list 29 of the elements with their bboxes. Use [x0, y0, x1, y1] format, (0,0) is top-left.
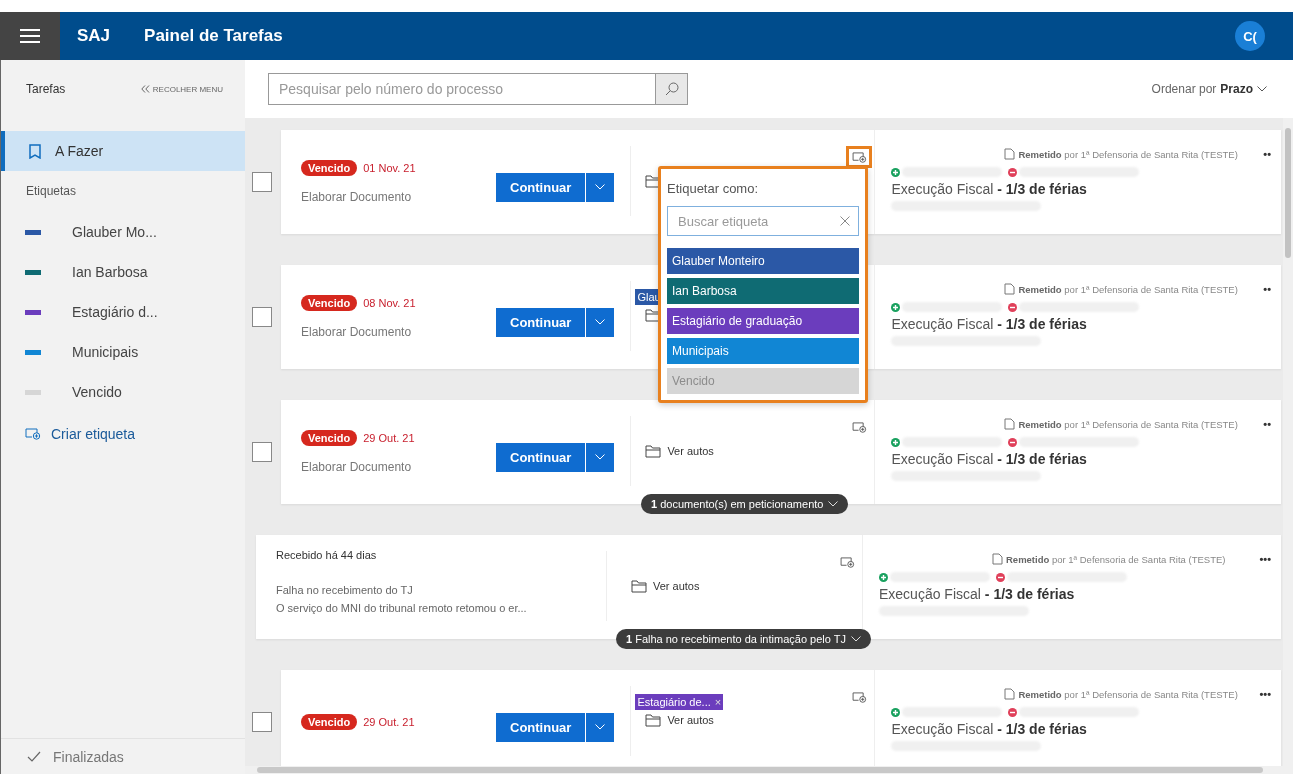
case-subject: Execução Fiscal - 1/3 de férias: [891, 721, 1088, 737]
received-time: Recebido há 44 dias: [276, 549, 378, 561]
status-badge: Vencido: [301, 160, 358, 176]
status-badge: Vencido: [301, 714, 358, 730]
due-date: 01 Nov. 21: [363, 162, 416, 174]
case-subject: Execução Fiscal - 1/3 de férias: [891, 451, 1088, 467]
task-type: Elaborar Documento: [301, 460, 413, 474]
sender-text: Remetido por 1ª Defensoria de Santa Rita (TESTE): [1018, 283, 1238, 295]
sender-text: Remetido por 1ª Defensoria de Santa Rita (TESTE): [1018, 148, 1238, 160]
page-title: Painel de Tarefas: [144, 26, 283, 46]
sender-text: Remetido por 1ª Defensoria de Santa Rita (TESTE): [1018, 418, 1238, 430]
due-date: 29 Out. 21: [363, 432, 415, 444]
section-heading: Etiquetas: [25, 183, 78, 200]
case-subject: Execução Fiscal - 1/3 de férias: [891, 316, 1088, 332]
task-type: Elaborar Documento: [301, 325, 413, 339]
case-subject: Execução Fiscal - 1/3 de férias: [879, 586, 1076, 602]
sender-text: Remetido por 1ª Defensoria de Santa Rita (TESTE): [1006, 553, 1226, 565]
case-subject: Execução Fiscal - 1/3 de férias: [891, 181, 1088, 197]
sidebar-title: Tarefas: [26, 82, 66, 96]
status-badge: Vencido: [301, 295, 358, 311]
due-date: 29 Out. 21: [363, 716, 415, 728]
task-type: Elaborar Documento: [301, 190, 413, 204]
notice-text: O serviço do MNI do tribunal remoto retomou o er...: [276, 601, 528, 616]
sender-text: Remetido por 1ª Defensoria de Santa Rita (TESTE): [1018, 688, 1238, 700]
status-badge: Vencido: [301, 430, 358, 446]
notice-text: Falha no recebimento do TJ: [276, 583, 414, 598]
menu-title: Etiquetar como:: [667, 181, 760, 196]
due-date: 08 Nov. 21: [363, 297, 416, 309]
app-name: SAJ: [77, 26, 111, 46]
